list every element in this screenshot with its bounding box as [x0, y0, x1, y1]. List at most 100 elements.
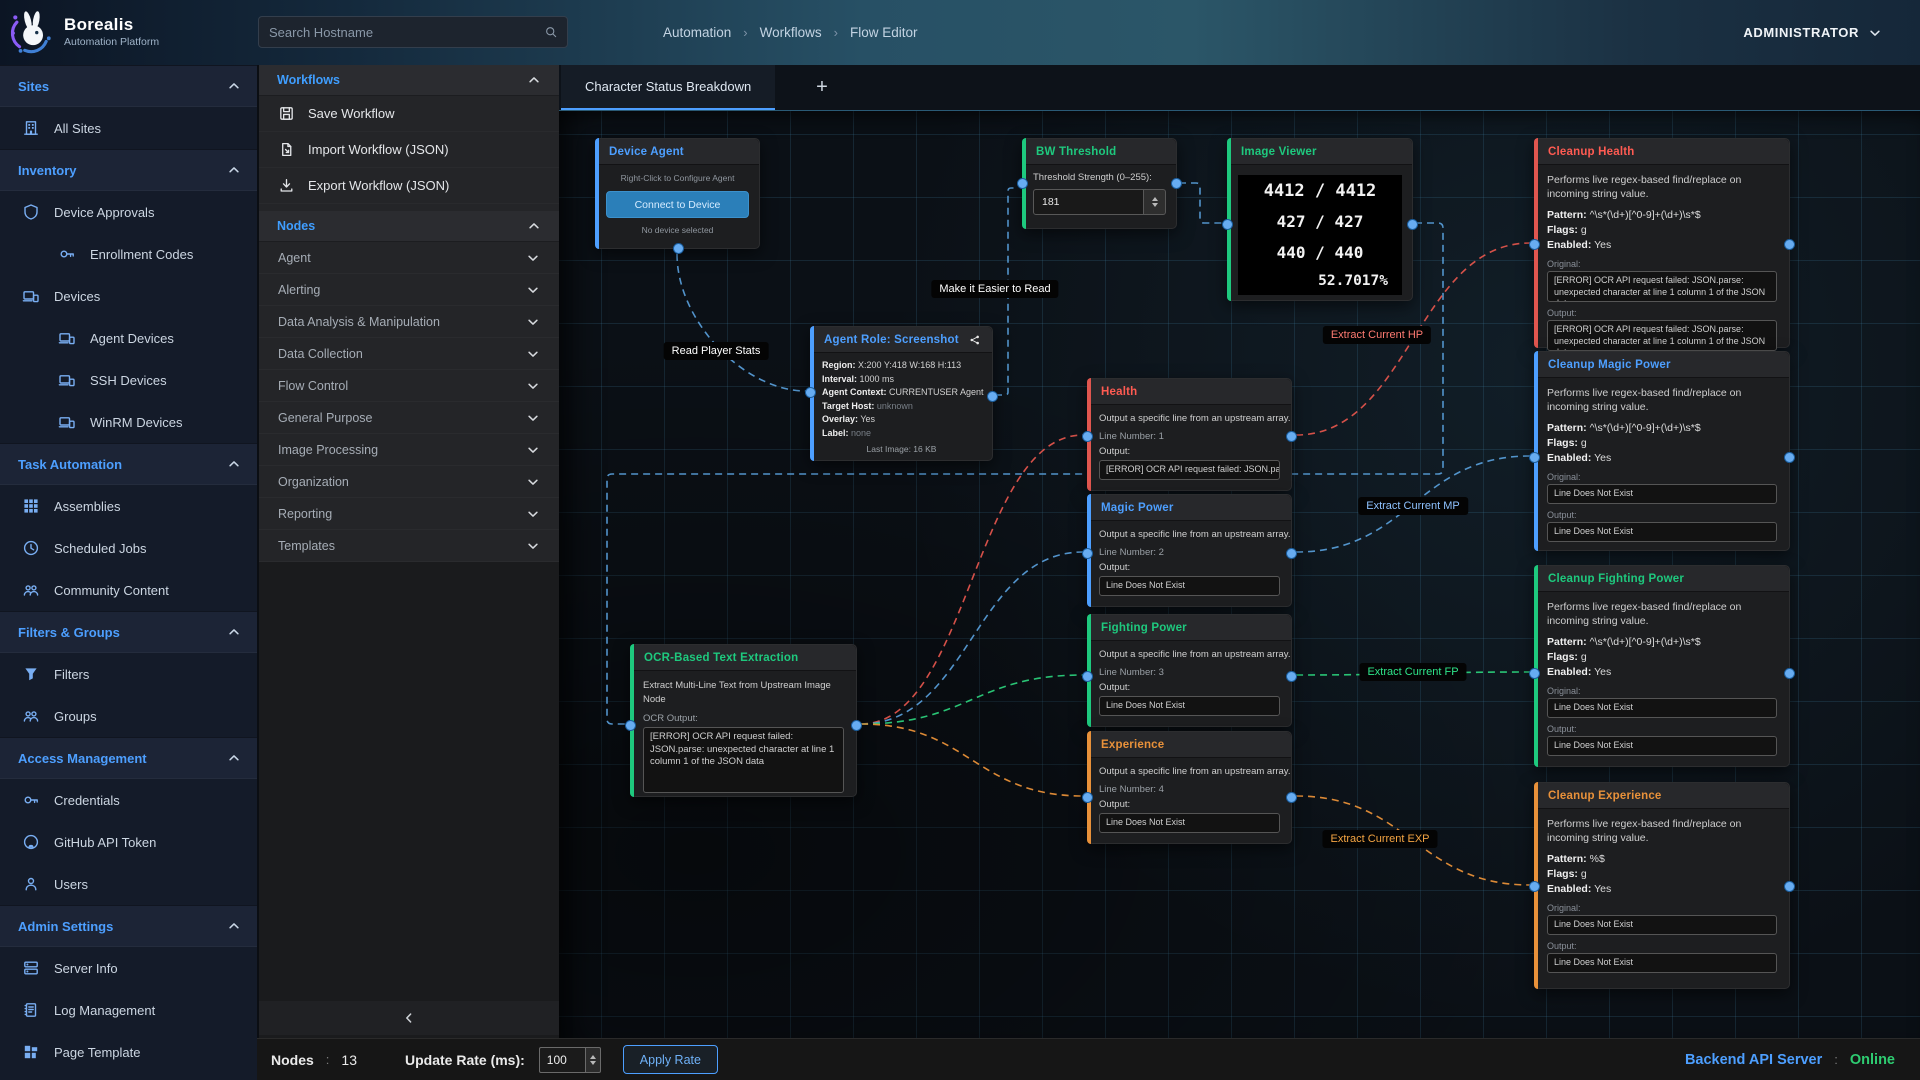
output-textarea[interactable]: Line Does Not Exist [1099, 576, 1280, 596]
category-image-processing[interactable]: Image Processing .f{fill:currentColor;st… [259, 434, 559, 466]
input-handle[interactable] [1529, 668, 1540, 679]
category-agent[interactable]: Agent .f{fill:currentColor;stroke:none} [259, 242, 559, 274]
edge-label-extract-exp[interactable]: Extract Current EXP [1322, 830, 1437, 848]
node-health[interactable]: Health Output a specific line from an up… [1087, 378, 1292, 491]
sidebar-item-devices[interactable]: .f{fill:currentColor;stroke:none} Device… [0, 275, 257, 317]
nodes-header[interactable]: Nodes .f{fill:currentColor;stroke:none} [259, 211, 559, 242]
output-textarea[interactable]: Line Does Not Exist [1547, 522, 1777, 542]
node-fighting-power[interactable]: Fighting Power Output a specific line fr… [1087, 614, 1292, 727]
sidebar-item-device-approvals[interactable]: .f{fill:currentColor;stroke:none} Device… [0, 191, 257, 233]
section-access-management[interactable]: Access Management .f{fill:currentColor;s… [0, 737, 257, 779]
import-workflow-button[interactable]: .f{fill:currentColor;stroke:none} Import… [259, 132, 559, 168]
breadcrumb-workflows[interactable]: Workflows [760, 25, 822, 40]
connect-to-device-button[interactable]: Connect to Device [606, 191, 749, 218]
rate-stepper[interactable] [585, 1047, 601, 1073]
output-handle[interactable] [1784, 239, 1795, 250]
search-icon[interactable]: .f{fill:currentColor;stroke:none} [544, 25, 558, 39]
input-handle[interactable] [625, 720, 636, 731]
section-inventory[interactable]: Inventory .f{fill:currentColor;stroke:no… [0, 149, 257, 191]
section-task-automation[interactable]: Task Automation .f{fill:currentColor;str… [0, 443, 257, 485]
category-general-purpose[interactable]: General Purpose .f{fill:currentColor;str… [259, 402, 559, 434]
category-reporting[interactable]: Reporting .f{fill:currentColor;stroke:no… [259, 498, 559, 530]
category-data-collection[interactable]: Data Collection .f{fill:currentColor;str… [259, 338, 559, 370]
section-filters-groups[interactable]: Filters & Groups .f{fill:currentColor;st… [0, 611, 257, 653]
output-textarea[interactable]: Line Does Not Exist [1099, 696, 1280, 716]
input-handle[interactable] [805, 387, 816, 398]
category-organization[interactable]: Organization .f{fill:currentColor;stroke… [259, 466, 559, 498]
node-cleanup-experience[interactable]: Cleanup Experience Performs live regex-b… [1534, 782, 1790, 989]
output-handle[interactable] [1407, 219, 1418, 230]
flow-canvas[interactable]: Device Agent Right-Click to Configure Ag… [559, 110, 1920, 1038]
output-handle[interactable] [1784, 881, 1795, 892]
sidebar-item-credentials[interactable]: .f{fill:currentColor;stroke:none} Creden… [0, 779, 257, 821]
output-handle[interactable] [1286, 548, 1297, 559]
output-handle[interactable] [1286, 671, 1297, 682]
input-handle[interactable] [1017, 178, 1028, 189]
category-templates[interactable]: Templates .f{fill:currentColor;stroke:no… [259, 530, 559, 562]
sidebar-item-community-content[interactable]: .f{fill:currentColor;stroke:none} Commun… [0, 569, 257, 611]
output-handle[interactable] [987, 391, 998, 402]
category-data-analysis[interactable]: Data Analysis & Manipulation .f{fill:cur… [259, 306, 559, 338]
output-textarea[interactable]: Line Does Not Exist [1099, 813, 1280, 833]
input-handle[interactable] [1082, 548, 1093, 559]
hostname-search[interactable]: .f{fill:currentColor;stroke:none} [258, 16, 568, 48]
node-cleanup-fighting-power[interactable]: Cleanup Fighting Power Performs live reg… [1534, 565, 1790, 767]
sidebar-item-agent-devices[interactable]: .f{fill:currentColor;stroke:none} Agent … [0, 317, 257, 359]
number-stepper[interactable] [1144, 189, 1166, 215]
input-handle[interactable] [1529, 452, 1540, 463]
sidebar-item-winrm-devices[interactable]: .f{fill:currentColor;stroke:none} WinRM … [0, 401, 257, 443]
edge-label-read-player-stats[interactable]: Read Player Stats [664, 342, 769, 360]
search-input[interactable] [259, 25, 544, 40]
original-textarea[interactable]: [ERROR] OCR API request failed: JSON.par… [1547, 271, 1777, 302]
ocr-output-textarea[interactable]: [ERROR] OCR API request failed: JSON.par… [643, 727, 844, 793]
node-image-viewer[interactable]: Image Viewer 4412 / 4412 427 / 427 440 /… [1227, 138, 1413, 301]
input-handle[interactable] [1222, 219, 1233, 230]
node-agent-role-screenshot[interactable]: Agent Role: Screenshot .f{fill:currentCo… [810, 326, 993, 461]
output-handle[interactable] [1171, 178, 1182, 189]
node-cleanup-magic-power[interactable]: Cleanup Magic Power Performs live regex-… [1534, 351, 1790, 551]
node-experience[interactable]: Experience Output a specific line from a… [1087, 731, 1292, 844]
node-bw-threshold[interactable]: BW Threshold Threshold Strength (0–255): [1022, 138, 1177, 229]
user-menu[interactable]: ADMINISTRATOR .f{fill:currentColor;strok… [1743, 0, 1882, 65]
output-textarea[interactable]: Line Does Not Exist [1547, 953, 1777, 973]
sidebar-item-page-template[interactable]: .f{fill:currentColor;stroke:none} Page T… [0, 1031, 257, 1073]
output-handle[interactable] [1286, 431, 1297, 442]
input-handle[interactable] [1082, 792, 1093, 803]
sidebar-item-ssh-devices[interactable]: .f{fill:currentColor;stroke:none} SSH De… [0, 359, 257, 401]
node-ocr-text-extraction[interactable]: OCR-Based Text Extraction Extract Multi-… [630, 644, 857, 797]
node-magic-power[interactable]: Magic Power Output a specific line from … [1087, 494, 1292, 607]
edge-label-make-it-easier[interactable]: Make it Easier to Read [931, 280, 1058, 298]
sidebar-item-github-api-token[interactable]: .f{fill:currentColor;stroke:none} GitHub… [0, 821, 257, 863]
user-menu-label[interactable]: ADMINISTRATOR [1743, 25, 1859, 40]
output-handle[interactable] [1784, 668, 1795, 679]
save-workflow-button[interactable]: .f{fill:currentColor;stroke:none} Save W… [259, 96, 559, 132]
sidebar-item-scheduled-jobs[interactable]: .f{fill:currentColor;stroke:none} Schedu… [0, 527, 257, 569]
section-admin-settings[interactable]: Admin Settings .f{fill:currentColor;stro… [0, 905, 257, 947]
apply-rate-button[interactable]: Apply Rate [623, 1045, 718, 1074]
category-alerting[interactable]: Alerting .f{fill:currentColor;stroke:non… [259, 274, 559, 306]
edge-label-extract-mp[interactable]: Extract Current MP [1358, 497, 1468, 515]
output-handle[interactable] [851, 720, 862, 731]
output-textarea[interactable]: [ERROR] OCR API request failed: JSON.par… [1547, 320, 1777, 351]
edge-label-extract-hp[interactable]: Extract Current HP [1323, 326, 1431, 344]
input-handle[interactable] [1082, 671, 1093, 682]
node-cleanup-health[interactable]: Cleanup Health Performs live regex-based… [1534, 138, 1790, 348]
sidebar-item-assemblies[interactable]: .f{fill:currentColor;stroke:none} Assemb… [0, 485, 257, 527]
tab-character-status-breakdown[interactable]: Character Status Breakdown [561, 65, 775, 110]
output-handle[interactable] [1784, 452, 1795, 463]
share-icon[interactable]: .f{fill:currentColor;stroke:none} [969, 334, 981, 346]
sidebar-item-users[interactable]: .f{fill:currentColor;stroke:none} Users [0, 863, 257, 905]
sidebar-item-enrollment-codes[interactable]: .f{fill:currentColor;stroke:none} Enroll… [0, 233, 257, 275]
sidebar-item-all-sites[interactable]: .f{fill:currentColor;stroke:none} All Si… [0, 107, 257, 149]
output-textarea[interactable]: [ERROR] OCR API request failed: JSON.par… [1099, 460, 1280, 480]
original-textarea[interactable]: Line Does Not Exist [1547, 698, 1777, 718]
node-device-agent[interactable]: Device Agent Right-Click to Configure Ag… [595, 138, 760, 249]
collapse-panel-button[interactable]: .f{fill:currentColor;stroke:none} [259, 1001, 559, 1035]
input-handle[interactable] [1529, 881, 1540, 892]
update-rate-input[interactable] [539, 1047, 585, 1073]
add-tab-button[interactable]: + [799, 65, 845, 110]
output-handle[interactable] [1286, 792, 1297, 803]
sidebar-item-groups[interactable]: .f{fill:currentColor;stroke:none} Groups [0, 695, 257, 737]
sidebar-item-server-info[interactable]: .f{fill:currentColor;stroke:none} Server… [0, 947, 257, 989]
original-textarea[interactable]: Line Does Not Exist [1547, 915, 1777, 935]
